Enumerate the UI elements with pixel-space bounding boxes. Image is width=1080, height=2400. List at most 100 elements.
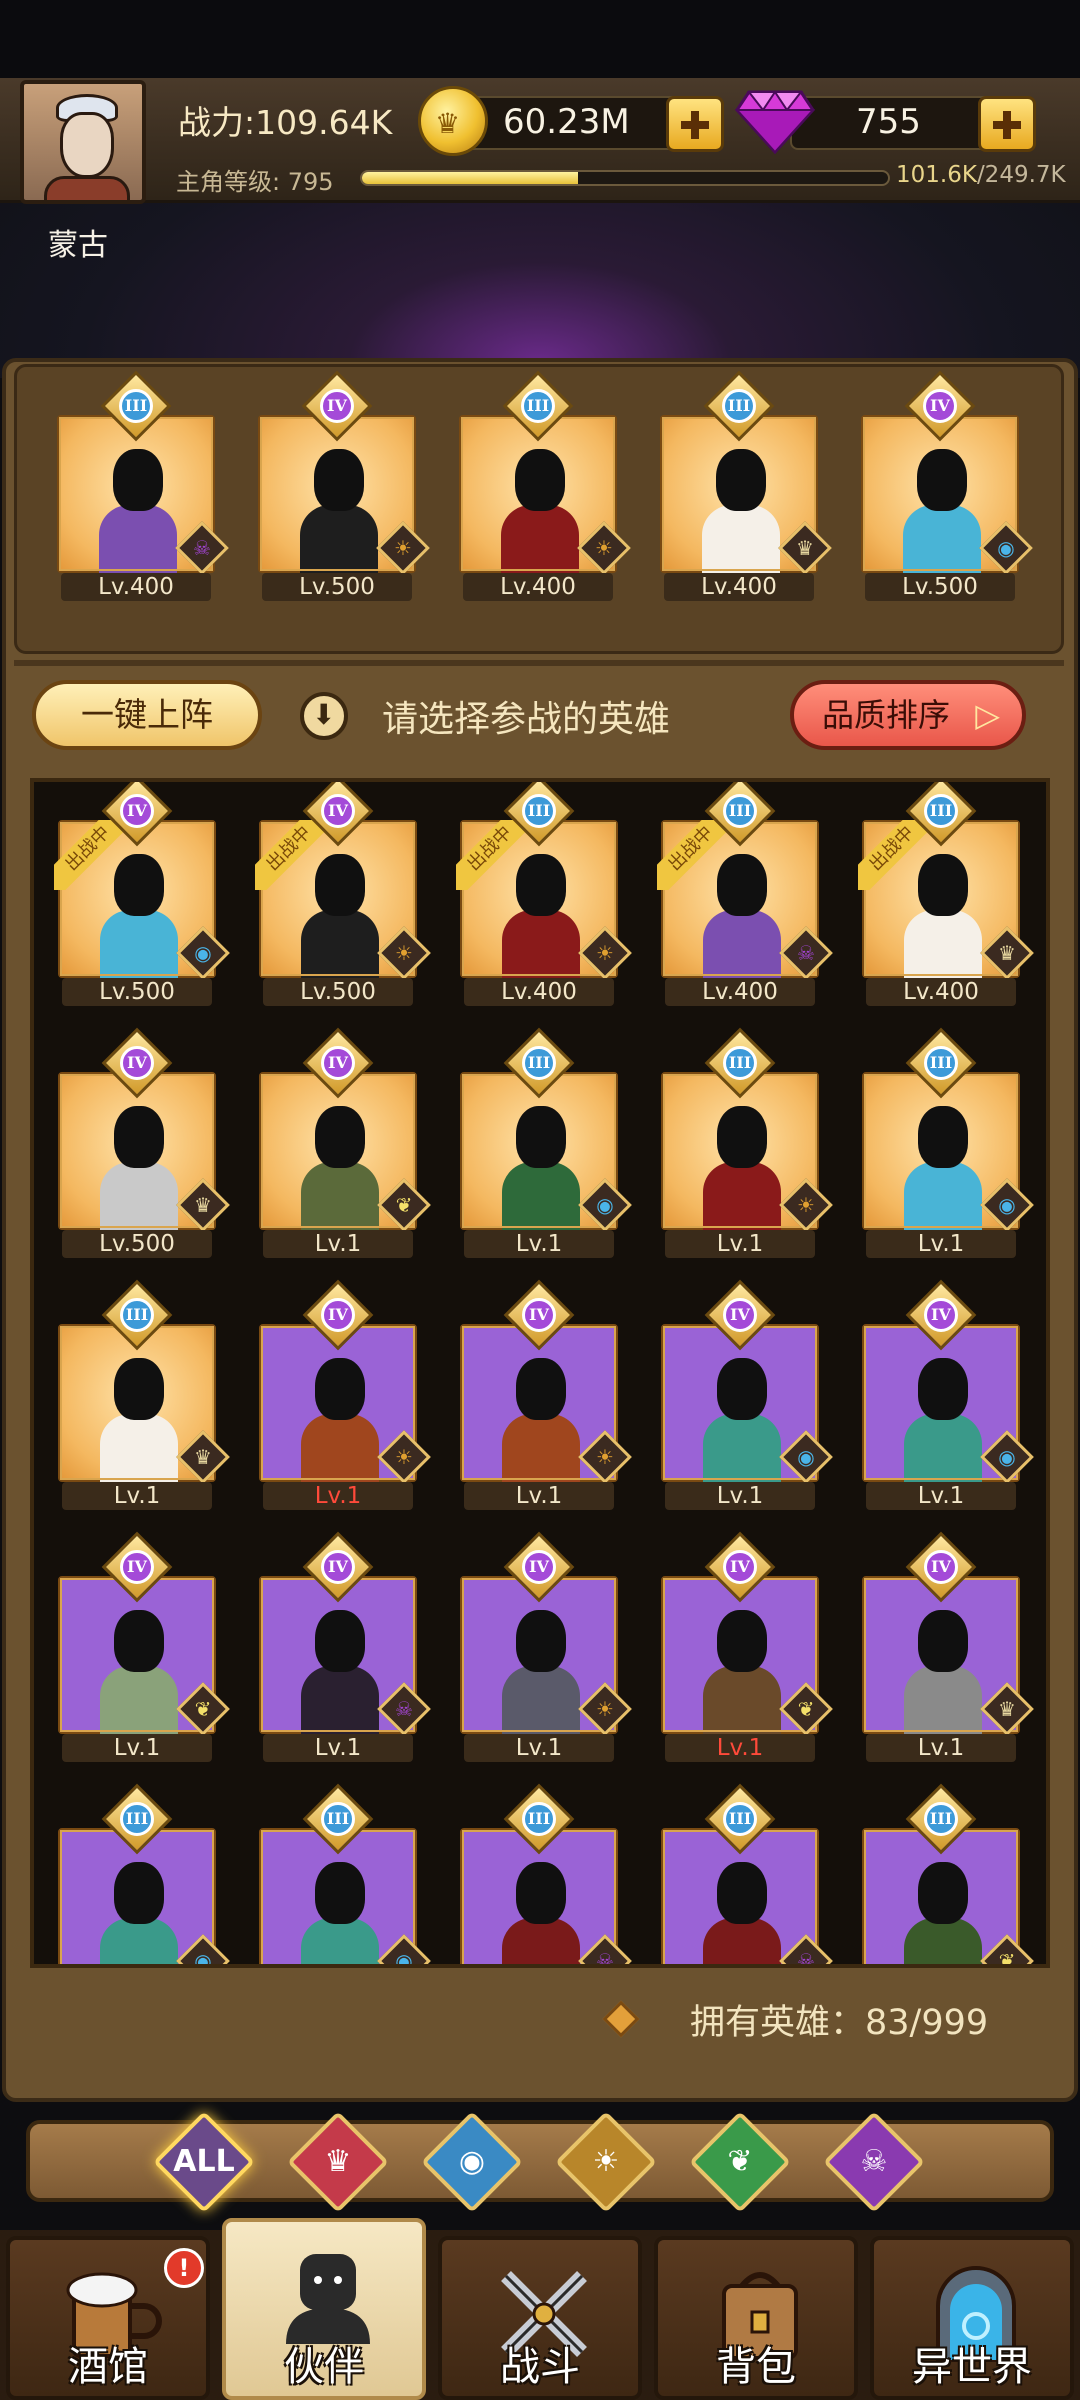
faction-glyph: ❦: [797, 1697, 815, 1721]
filter-fishfolk[interactable]: ◉: [418, 2108, 526, 2216]
hero-card[interactable]: III ◉: [259, 1783, 431, 1964]
exp-current: 101.6K: [896, 162, 977, 188]
hero-card[interactable]: 出战中 III ♛ Lv.400: [858, 782, 1034, 1008]
hero-figure: [904, 1610, 982, 1736]
add-coins-button[interactable]: [666, 96, 724, 152]
hero-card[interactable]: III ◉: [58, 1783, 230, 1964]
download-icon: [300, 692, 348, 740]
sort-arrow-icon: ▷: [975, 696, 1000, 734]
quality-sort-button[interactable]: 品质排序 ▷: [790, 680, 1026, 750]
hero-body: [502, 910, 580, 980]
filter-beast[interactable]: ☀: [552, 2108, 660, 2216]
rank-badge-icon: IV: [905, 1531, 977, 1603]
hero-figure: [301, 1358, 379, 1484]
hero-card[interactable]: IV ☀ Lv.1: [259, 1279, 431, 1512]
hero-card[interactable]: IV ☀ Lv.1: [460, 1531, 632, 1764]
rank-badge-icon: IV: [302, 1531, 374, 1603]
hero-card[interactable]: III ❦: [862, 1783, 1034, 1964]
hero-card[interactable]: III ♛ Lv.1: [58, 1279, 230, 1512]
hero-card[interactable]: III ☀ Lv.400: [459, 370, 631, 603]
player-avatar[interactable]: [20, 80, 146, 204]
hero-card[interactable]: 出战中 IV ☀ Lv.500: [255, 782, 431, 1008]
hero-card[interactable]: IV ❦ Lv.1: [661, 1531, 833, 1764]
nav-tab-battle[interactable]: 战斗: [438, 2236, 642, 2400]
hero-card[interactable]: IV ◉ Lv.1: [661, 1279, 833, 1512]
rank-numeral: IV: [320, 389, 354, 423]
filter-human[interactable]: ♛: [284, 2108, 392, 2216]
hero-card[interactable]: IV ❦ Lv.1: [259, 1027, 431, 1260]
faction-glyph: ☀: [596, 1697, 614, 1721]
hero-figure: [502, 1862, 580, 1964]
rank-numeral: III: [522, 794, 556, 828]
hero-level: Lv.500: [62, 1230, 212, 1258]
hero-card[interactable]: 出战中 III ☀ Lv.400: [456, 782, 632, 1008]
rank-badge-icon: III: [302, 1783, 374, 1855]
rank-numeral: IV: [924, 1550, 958, 1584]
hero-card[interactable]: IV ◉ Lv.1: [862, 1279, 1034, 1512]
rank-badge-icon: III: [503, 782, 575, 847]
beast-faction-icon: ☀: [376, 521, 430, 575]
hero-card[interactable]: IV ◉ Lv.500: [861, 370, 1033, 603]
filter-all[interactable]: ALL: [150, 2108, 258, 2216]
rank-numeral: III: [924, 794, 958, 828]
panel-divider: [14, 660, 1064, 666]
avatar-body: [44, 176, 130, 200]
faction-glyph: ♛: [194, 1193, 212, 1217]
hero-card[interactable]: IV ☀ Lv.500: [258, 370, 430, 603]
hero-card[interactable]: III ☠: [460, 1783, 632, 1964]
hero-card[interactable]: IV ☠ Lv.1: [259, 1531, 431, 1764]
demon-faction-icon: ☠: [175, 521, 229, 575]
hero-card[interactable]: III ☠ Lv.400: [57, 370, 229, 603]
hero-head: [515, 449, 565, 511]
hero-card[interactable]: IV ❦ Lv.1: [58, 1531, 230, 1764]
nav-tab-tavern[interactable]: 酒馆!: [6, 2236, 210, 2400]
hero-card[interactable]: III ◉ Lv.1: [862, 1027, 1034, 1260]
rank-badge-icon: III: [704, 1027, 776, 1099]
hero-card[interactable]: 出战中 III ☠ Lv.400: [657, 782, 833, 1008]
hero-level: Lv.500: [263, 978, 413, 1006]
fishfolk-faction-icon: ◉: [176, 1934, 230, 1964]
one-key-deploy-button[interactable]: 一键上阵: [32, 680, 262, 750]
hero-head: [918, 1358, 968, 1420]
rank-badge-icon: III: [503, 1027, 575, 1099]
fishfolk-faction-icon: ◉: [779, 1430, 833, 1484]
select-hint: 请选择参战的英雄: [382, 699, 671, 740]
filter-demon[interactable]: ☠: [820, 2108, 928, 2216]
hero-head: [315, 1358, 365, 1420]
nav-tab-bag[interactable]: 背包: [654, 2236, 858, 2400]
hero-card[interactable]: IV ♛ Lv.1: [862, 1531, 1034, 1764]
hero-figure: [100, 854, 178, 980]
faction-glyph: ♛: [998, 1697, 1016, 1721]
hero-figure: [703, 1106, 781, 1232]
hero-figure: [703, 854, 781, 980]
nav-tab-otherworld[interactable]: 异世界: [870, 2236, 1074, 2400]
nav-label: 战斗: [500, 2344, 580, 2390]
hero-level: Lv.500: [62, 978, 212, 1006]
hero-figure: [301, 1862, 379, 1964]
rank-numeral: III: [924, 1046, 958, 1080]
human-faction-icon: ♛: [980, 1682, 1034, 1736]
hero-card[interactable]: IV ♛ Lv.500: [58, 1027, 230, 1260]
add-gems-button[interactable]: [978, 96, 1036, 152]
hero-figure: [100, 1106, 178, 1232]
hero-card[interactable]: III ◉ Lv.1: [460, 1027, 632, 1260]
nav-tab-partner[interactable]: 伙伴: [222, 2218, 426, 2400]
hero-level: Lv.1: [464, 1734, 614, 1762]
hero-level: Lv.1: [665, 1482, 815, 1510]
hero-figure: [100, 1610, 178, 1736]
hero-level: Lv.400: [61, 573, 211, 601]
filter-elf[interactable]: ❦: [686, 2108, 794, 2216]
rank-numeral: IV: [120, 1046, 154, 1080]
hero-card[interactable]: IV ☀ Lv.1: [460, 1279, 632, 1512]
faction-glyph: ◉: [998, 1445, 1016, 1469]
power-value: 战力:109.64K: [178, 103, 393, 142]
hero-card[interactable]: III ♛ Lv.400: [660, 370, 832, 603]
hero-card[interactable]: III ☠: [661, 1783, 833, 1964]
hero-grid[interactable]: 出战中 IV ◉ Lv.500 出战中 IV ☀ Lv.500 出战中 III ☀ Lv.400 出战中…: [30, 778, 1050, 1968]
hero-figure: [100, 1862, 178, 1964]
hero-card[interactable]: 出战中 IV ◉ Lv.500: [54, 782, 230, 1008]
elf-faction-icon: ❦: [779, 1682, 833, 1736]
hero-card[interactable]: III ☀ Lv.1: [661, 1027, 833, 1260]
hero-level: Lv.1: [665, 1734, 815, 1762]
hero-figure: [904, 854, 982, 980]
